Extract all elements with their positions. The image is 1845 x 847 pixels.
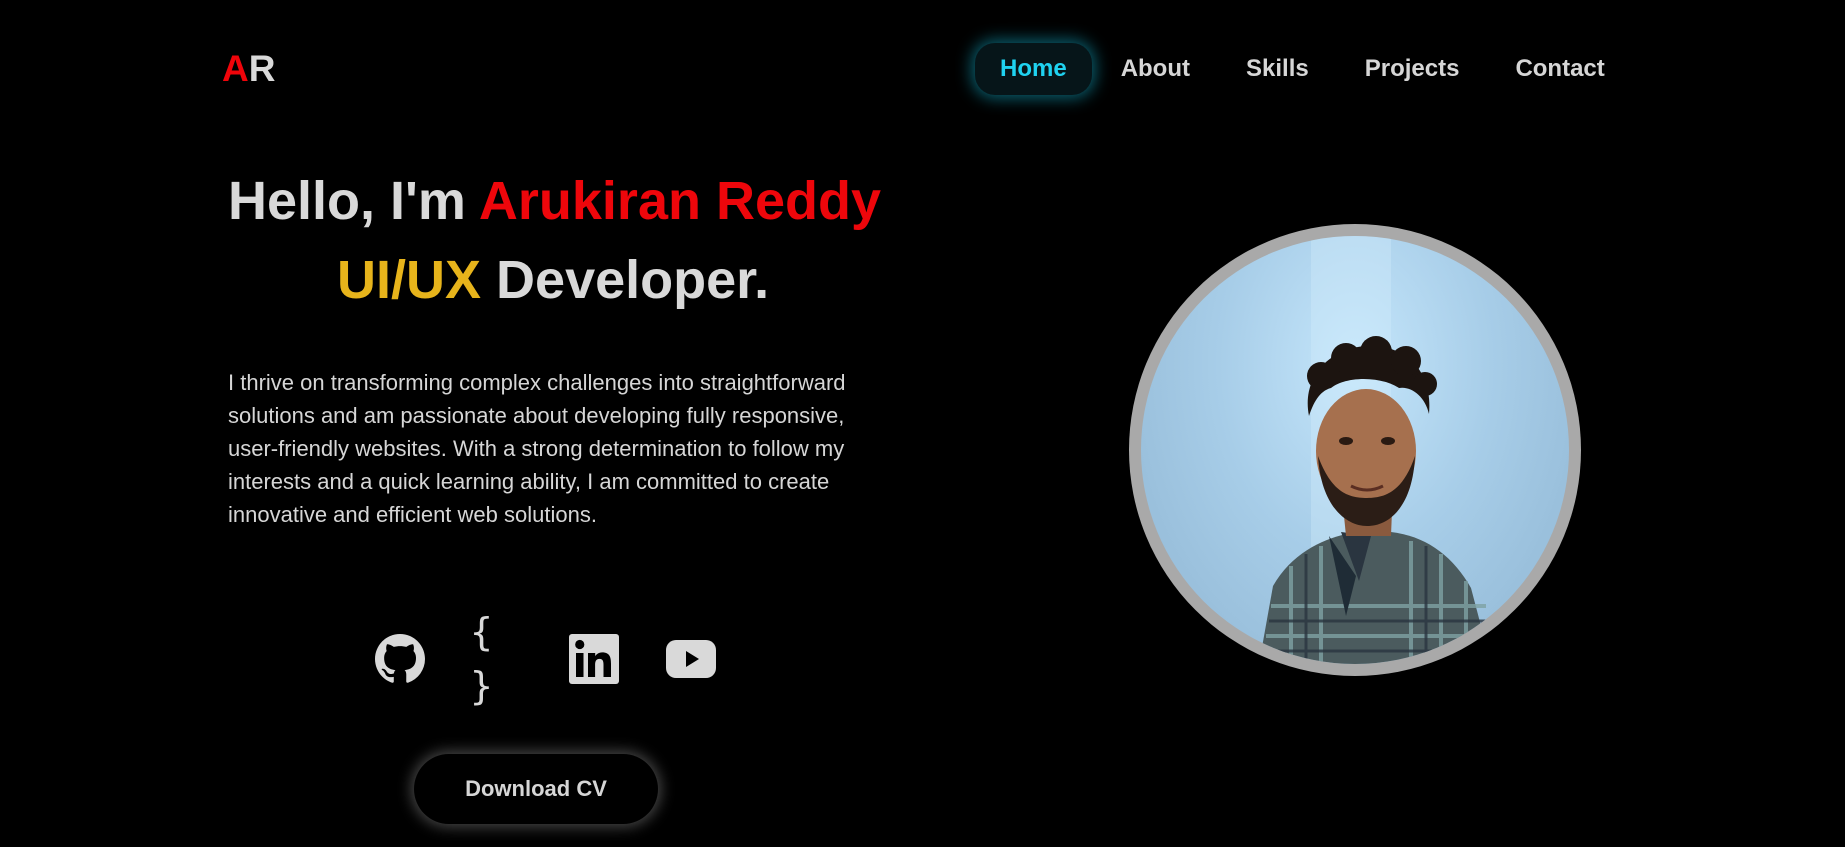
linkedin-icon (569, 634, 619, 684)
hero-name: Arukiran Reddy (478, 171, 881, 231)
code-braces-icon: { } (470, 610, 497, 708)
hero-greeting: Hello, I'm Arukiran Reddy (228, 168, 881, 234)
nav-about[interactable]: About (1096, 43, 1215, 95)
site-logo[interactable]: AR (222, 46, 275, 92)
youtube-icon (666, 640, 716, 678)
nav-home[interactable]: Home (975, 43, 1092, 95)
github-icon (375, 634, 425, 684)
nav-skills[interactable]: Skills (1221, 43, 1334, 95)
logo-letter-r: R (248, 48, 276, 89)
code-profile-link[interactable]: { } (470, 610, 524, 708)
greeting-text: Hello, I'm (228, 171, 466, 231)
hero-intro: I thrive on transforming complex challen… (228, 370, 846, 527)
profile-photo (1141, 236, 1569, 664)
nav-contact[interactable]: Contact (1490, 43, 1629, 95)
role-highlight: UI/UX (337, 250, 482, 310)
download-cv-button[interactable]: Download CV (414, 754, 658, 824)
linkedin-link[interactable] (567, 632, 621, 686)
youtube-link[interactable] (664, 632, 718, 686)
hero-role: UI/UX Developer. (337, 247, 769, 313)
logo-letter-a: A (222, 48, 249, 89)
github-link[interactable] (373, 632, 427, 686)
profile-photo-frame (1129, 224, 1581, 676)
nav-projects[interactable]: Projects (1340, 43, 1485, 95)
main-nav: Home About Skills Projects Contact (975, 43, 1630, 95)
role-rest: Developer. (496, 250, 770, 310)
